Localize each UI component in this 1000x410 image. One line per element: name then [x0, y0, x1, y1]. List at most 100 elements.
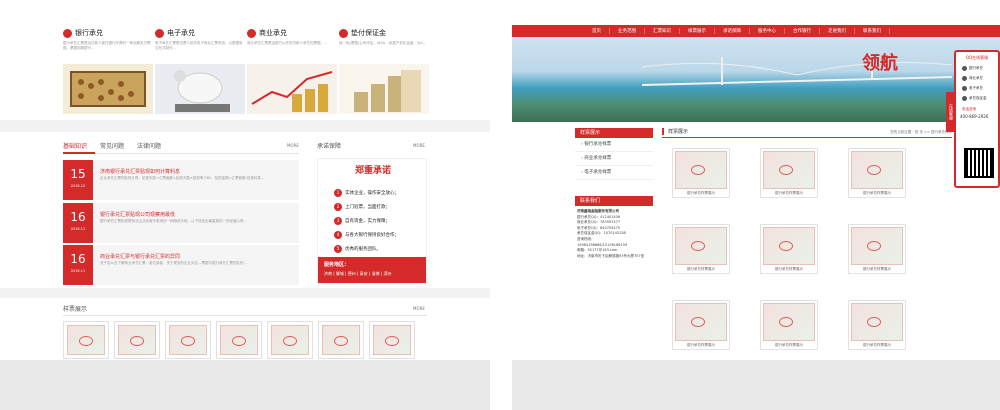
qq-float-panel: QQ在线客服 银行承兑 商业承兑 电子承兑 承兑保证金 电话咨询 400-869… [954, 50, 1000, 188]
promise-item: 1 实体企业，操作安全放心； [334, 189, 399, 197]
service-desc: 商业承兑汇票是由银行以外的付款人承兑的票据，… [247, 41, 328, 45]
qq-contact[interactable]: 银行承兑 [962, 66, 998, 71]
panel-gap [490, 0, 512, 410]
phone-label: 电话咨询 [962, 107, 976, 111]
coin-stack-image [339, 64, 429, 114]
tab-underline [63, 153, 299, 154]
nav-promise[interactable]: 承诺保障 [715, 28, 750, 34]
qq-contact[interactable]: 承兑保证金 [962, 96, 998, 101]
service-bank-acceptance[interactable]: 银行承兑 银行承兑汇票是由付款人委托银行开具的一种远期支付票据，票据到期银行… [63, 28, 153, 114]
bridge-image [642, 57, 952, 86]
service-title: 电子承兑 [167, 29, 195, 37]
nav-service[interactable]: 服务中心 [750, 28, 785, 34]
news-title[interactable]: 济南银行承兑汇票贴现如何计算利息 [100, 168, 180, 175]
news-title[interactable]: 商业承兑汇票与银行承兑汇票的异同 [100, 253, 180, 260]
breadcrumb: 您的当前位置：首 页 >> 银行承兑样票 [890, 130, 952, 134]
tab-legal[interactable]: 法律问题 [137, 141, 161, 150]
section-divider [0, 120, 490, 132]
news-date: 15 2016.12 [63, 160, 93, 200]
service-icon [63, 28, 72, 38]
footer-area [512, 360, 1000, 410]
service-icon [247, 28, 256, 38]
promise-section-title: 承诺保障 [317, 143, 342, 150]
sample-thumbnail[interactable] [165, 321, 211, 359]
sidebar-item-electronic[interactable]: 电子承兑样票 [575, 166, 653, 180]
service-title: 银行承兑 [75, 29, 103, 37]
nav-about[interactable]: 走进我们 [820, 28, 855, 34]
avatar-icon [962, 86, 967, 91]
news-date: 16 2016.11 [63, 245, 93, 285]
phone-number: 400-869-2926 [960, 114, 989, 119]
sample-card[interactable]: 银行承兑样票展示 [848, 300, 906, 350]
news-title[interactable]: 银行承兑汇票贴现公司观察用最低 [100, 211, 175, 218]
samples-underline [63, 315, 427, 316]
online-service-tab[interactable]: 在线客服 [946, 92, 954, 132]
sample-card[interactable]: 银行承兑样票展示 [672, 300, 730, 350]
nav-contact[interactable]: 联系我们 [855, 28, 890, 34]
sample-card[interactable]: 银行承兑样票展示 [848, 148, 906, 198]
service-commercial-acceptance[interactable]: 商业承兑 商业承兑汇票是由银行以外的付款人承兑的票据，… [247, 28, 337, 114]
qq-contact[interactable]: 电子承兑 [962, 86, 998, 91]
sample-card[interactable]: 银行承兑样票展示 [760, 224, 818, 274]
service-desc: 银行承兑汇票是由付款人委托银行开具的一种远期支付票据，票据到期银行… [63, 41, 151, 50]
tab-basics[interactable]: 基础知识 [63, 141, 87, 150]
abacus-image [63, 64, 153, 114]
coins-chart-image [247, 64, 337, 114]
news-excerpt: 企业承兑汇票的贴现计算，贴现利息=汇票面额×贴现天数×贴现率/360，贴现金额=… [100, 176, 265, 180]
content-title: 样票展示 [662, 128, 688, 135]
service-icon [155, 28, 164, 38]
avatar-icon [962, 96, 967, 101]
content-header: 样票展示 您的当前位置：首 页 >> 银行承兑样票 [662, 128, 952, 138]
active-tab-indicator [63, 152, 95, 154]
footer-area [0, 360, 490, 410]
nav-home[interactable]: 首页 [584, 28, 610, 34]
sidebar-samples: 样票展示 银行承兑样票 商业承兑样票 电子承兑样票 [575, 128, 653, 180]
news-item[interactable]: 15 2016.12 济南银行承兑汇票贴现如何计算利息 企业承兑汇票的贴现计算，贴… [63, 160, 299, 200]
sample-thumbnail[interactable] [63, 321, 109, 359]
news-item[interactable]: 16 2016.11 银行承兑汇票贴现公司观察用最低 银行承兑汇票贴现是商业企业经… [63, 203, 299, 243]
sample-card[interactable]: 银行承兑样票展示 [760, 300, 818, 350]
contact-line: 地址：济南市历下区解放路93号大厦707室 [577, 253, 645, 258]
main-nav: 首页 业务范围 汇票知识 样票展示 承诺保障 服务中心 合作银行 走进我们 联系… [512, 25, 1000, 37]
qr-code-icon [964, 148, 994, 178]
service-area: 服务地区： 济南 | 聊城 | 德州 | 泰安 | 淄博 | 滨州 [318, 257, 426, 283]
sidebar-title: 样票展示 [575, 128, 653, 138]
sidebar-item-bank[interactable]: 银行承兑样票 [575, 138, 653, 152]
promise-item: 2 上门验票，当面打款； [334, 203, 390, 211]
sidebar-item-commercial[interactable]: 商业承兑样票 [575, 152, 653, 166]
sample-card[interactable]: 银行承兑样票展示 [672, 224, 730, 274]
more-link[interactable]: MORE [287, 143, 299, 148]
nav-banks[interactable]: 合作银行 [785, 28, 820, 34]
contact-title: 联系我们 [575, 196, 653, 206]
avatar-icon [962, 76, 967, 81]
tab-faq[interactable]: 常见问题 [100, 141, 124, 150]
banner-slogan: 领航 [862, 53, 898, 74]
promise-item: 4 与各大银行保持良好合作； [334, 231, 399, 239]
nav-knowledge[interactable]: 汇票知识 [645, 28, 680, 34]
sample-thumbnail[interactable] [318, 321, 364, 359]
sample-card[interactable]: 银行承兑样票展示 [848, 224, 906, 274]
promise-item: 3 自有资金，实力保障； [334, 217, 390, 225]
sample-card[interactable]: 银行承兑样票展示 [672, 148, 730, 198]
service-electronic-acceptance[interactable]: 电子承兑 电子承兑汇票是出票人依托电子商业汇票系统，以数据电文形式制作… [155, 28, 245, 114]
more-link[interactable]: MORE [413, 143, 425, 148]
sample-thumbnail[interactable] [369, 321, 415, 359]
qq-contact[interactable]: 商业承兑 [962, 76, 998, 81]
service-desc: 经一轨(票据)公司评估，对A&…依靠产权化运营，为A… [339, 41, 427, 45]
news-item[interactable]: 16 2016.11 商业承兑汇票与银行承兑汇票的异同 关于怎么去了解商业承兑汇票… [63, 245, 299, 285]
news-excerpt: 关于怎么去了解商业承兑汇票，各位读者，关于更多的企业对应…票据与银行承兑汇票的区… [100, 261, 247, 265]
sample-card[interactable]: 银行承兑样票展示 [760, 148, 818, 198]
sample-thumbnail[interactable] [216, 321, 262, 359]
hero-banner: 领航 [512, 37, 1000, 122]
section-divider [0, 288, 490, 298]
nav-business[interactable]: 业务范围 [610, 28, 645, 34]
sample-thumbnail[interactable] [114, 321, 160, 359]
right-screenshot: 首页 业务范围 汇票知识 样票展示 承诺保障 服务中心 合作银行 走进我们 联系… [512, 0, 1000, 410]
avatar-icon [962, 66, 967, 71]
service-deposit-advance[interactable]: 垫付保证金 经一轨(票据)公司评估，对A&…依靠产权化运营，为A… [339, 28, 429, 114]
promise-box: 郑重承诺 1 实体企业，操作安全放心； 2 上门验票，当面打款； 3 自有资金，实力保… [317, 158, 427, 284]
more-link[interactable]: MORE [413, 306, 425, 311]
service-title: 垫付保证金 [351, 29, 386, 37]
sample-thumbnail[interactable] [267, 321, 313, 359]
nav-samples[interactable]: 样票展示 [680, 28, 715, 34]
